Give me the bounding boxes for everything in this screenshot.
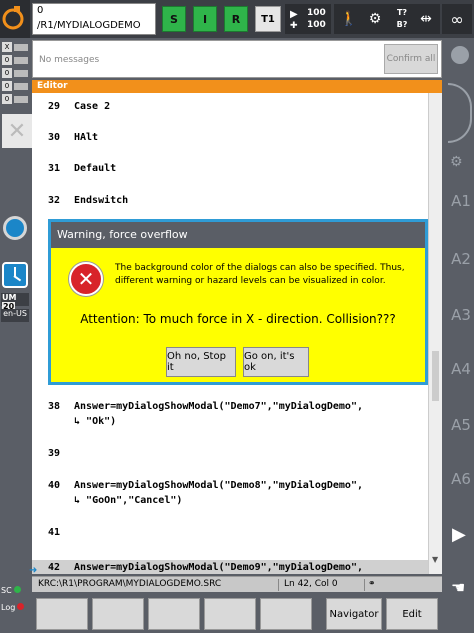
editor-scrollbar[interactable]: ▼ [428,93,442,574]
hand-icon[interactable]: ☚ [451,578,465,597]
axis-a1-label[interactable]: A1 [450,192,472,210]
clock-icon[interactable] [2,262,28,288]
code-line[interactable]: 32 Endswitch [48,195,128,206]
kuka-logo-icon[interactable] [0,0,30,38]
override-button[interactable]: ▶ ✚ 100 100 [285,4,331,34]
axis-a3-label[interactable]: A3 [450,306,472,324]
globe-icon[interactable] [451,46,469,64]
cursor-position: Ln 42, Col 0 [284,579,338,589]
code-line[interactable]: 41 [48,527,74,538]
code-line[interactable]: 38 Answer=myDialogShowModal("Demo7","myDi… [48,401,363,412]
code-line[interactable]: 31 Default [48,163,116,174]
axis-a4-label[interactable]: A4 [450,360,472,378]
operating-mode-button[interactable]: T1 [255,6,281,32]
io-row: 0 [2,94,30,105]
axis-a2-label[interactable]: A2 [450,250,472,268]
link-icon: ⚭ [368,579,376,589]
language-indicator[interactable]: en-US [1,309,29,322]
stop-button[interactable]: Oh no, Stop it [166,347,236,377]
dialog-info-text: The background color of the dialogs can … [115,263,405,286]
code-line[interactable]: 29 Case 2 [48,101,110,112]
right-jog-strip: ⚙ A1 A2 A3 A4 A5 A6 ▶ ☚ [446,38,474,633]
editor-status-bar: KRC:\R1\PROGRAM\MYDIALOGDEMO.SRC Ln 42, … [32,576,442,592]
axis-a5-label[interactable]: A5 [450,416,472,434]
robot-program-field[interactable]: 0 /R1/MYDIALOGDEMO [32,3,156,35]
robot-index: 0 [37,5,44,16]
status-led-icon [13,586,21,593]
warning-dialog: Warning, force overflow ✕ The background… [51,222,425,382]
dialog-message: Attention: To much force in X - directio… [80,312,396,326]
softkey-1[interactable] [36,598,88,630]
status-submit-button[interactable]: S [162,6,186,32]
confirm-all-button[interactable]: Confirm all [384,44,438,74]
gear-icon[interactable] [3,216,27,240]
close-icon[interactable]: ✕ [2,114,32,148]
left-status-strip: X 0 0 0 0 ✕ UM 20 en-US SC Log [0,38,32,633]
code-line[interactable]: 30 HAlt [48,132,98,143]
jog-icon: ✚ [290,21,298,31]
navigator-button[interactable]: Navigator [326,598,382,630]
softkey-4[interactable] [204,598,256,630]
sc-indicator: SC [1,586,29,598]
code-continuation: ↳ "Ok") [74,416,117,427]
io-row: 0 [2,68,30,79]
dialog-title: Warning, force overflow [51,222,425,248]
program-override: 100 [307,8,326,18]
go-on-button[interactable]: Go on, it's ok [243,347,309,377]
message-window: No messages [32,40,442,78]
log-indicator[interactable]: Log [1,603,29,615]
io-row: 0 [2,55,30,66]
error-icon: ✕ [69,262,103,296]
jog-override: 100 [307,20,326,30]
scrollbar-thumb[interactable] [432,351,439,401]
rotation-icon[interactable] [448,83,472,143]
file-path: KRC:\R1\PROGRAM\MYDIALOGDEMO.SRC [38,579,222,589]
softkey-bar: Navigator Edit [32,594,442,633]
softkey-5[interactable] [260,598,312,630]
start-icon[interactable]: ▶ [452,524,466,545]
softkey-3[interactable] [148,598,200,630]
top-status-bar: 0 /R1/MYDIALOGDEMO S I R T1 ▶ ✚ 100 100 … [0,0,474,38]
incremental-jog-icon[interactable]: ⇹ [412,4,440,34]
um-indicator: UM 20 [1,293,29,311]
axis-a6-label[interactable]: A6 [450,470,472,488]
edit-button[interactable]: Edit [386,598,438,630]
robot-arm-icon[interactable]: ⚙ [360,4,390,34]
infinity-button[interactable]: ∞ [442,4,472,34]
status-robot-interpreter-button[interactable]: R [224,6,248,32]
arrow-right-icon: ➜ [29,565,38,576]
warning-dialog-frame: Warning, force overflow ✕ The background… [48,219,428,385]
messages-text: No messages [39,55,100,65]
code-continuation: ↳ "GoOn","Cancel") [74,495,183,506]
status-led-icon [17,603,25,610]
io-row: 0 [2,81,30,92]
jog-mode-icon[interactable]: ⚙ [450,154,470,174]
status-drives-button[interactable]: I [193,6,217,32]
editor-title: Editor [32,80,442,93]
io-row: X [2,42,30,53]
chevron-down-icon[interactable]: ▼ [432,555,438,564]
robot-path: /R1/MYDIALOGDEMO [37,20,141,31]
code-line[interactable]: 39 [48,448,74,459]
code-line[interactable]: 40 Answer=myDialogShowModal("Demo8","myDi… [48,480,363,491]
code-line-current[interactable]: 42 Answer=myDialogShowModal("Demo9","myDi… [48,562,363,573]
play-icon: ▶ [290,9,298,20]
smartpad-screen: 0 /R1/MYDIALOGDEMO S I R T1 ▶ ✚ 100 100 … [0,0,474,633]
softkey-2[interactable] [92,598,144,630]
